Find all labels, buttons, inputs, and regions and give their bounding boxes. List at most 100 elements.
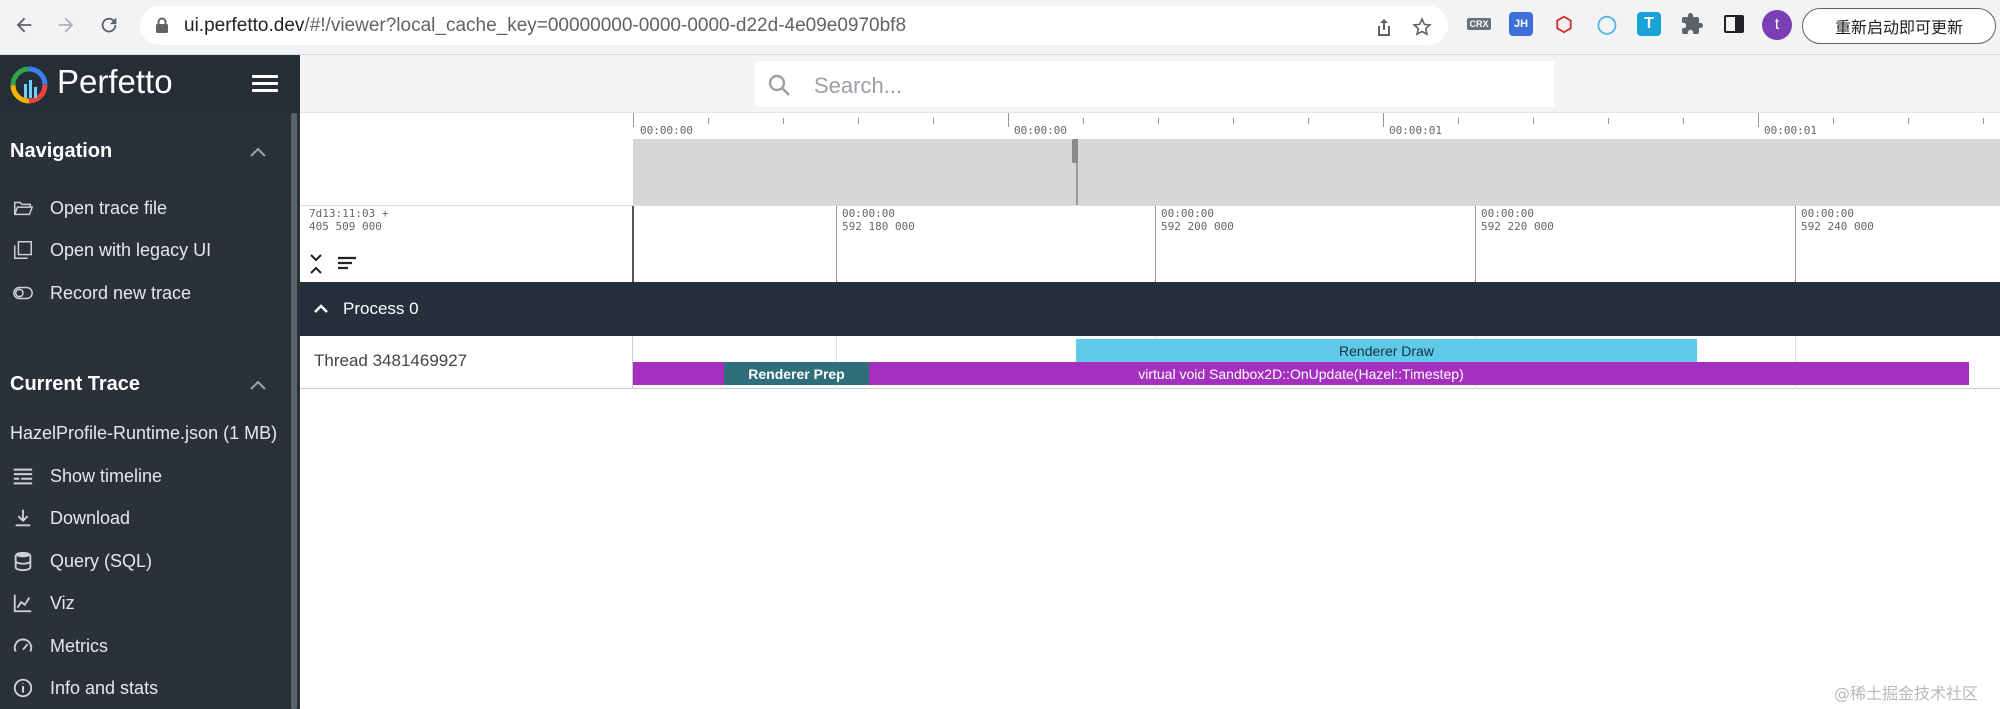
timeline-icon <box>10 465 36 487</box>
overview-tick <box>708 118 709 124</box>
back-icon[interactable] <box>10 11 38 39</box>
overview-tick <box>858 118 859 124</box>
hex-icon[interactable]: ⬡ <box>1552 12 1576 36</box>
sidebar-item-open-legacy-ui[interactable]: Open with legacy UI <box>10 235 211 265</box>
overview-tick <box>1233 118 1234 124</box>
logo-bar: Perfetto <box>0 55 300 113</box>
overview-tick <box>1083 118 1084 124</box>
overview-tick <box>1983 118 1984 124</box>
sidebar-item-query-sql[interactable]: Query (SQL) <box>10 546 152 576</box>
browser-toolbar: ui.perfetto.dev/#!/viewer?local_cache_ke… <box>0 0 2000 55</box>
overview-label: 00:00:01 <box>1389 124 1442 137</box>
track-shell-divider[interactable] <box>632 206 634 282</box>
chart-icon <box>10 592 36 614</box>
sidebar-item-open-trace-file[interactable]: Open trace file <box>10 193 167 223</box>
url-text[interactable]: ui.perfetto.dev/#!/viewer?local_cache_ke… <box>184 15 906 37</box>
overview-tick <box>1833 118 1834 124</box>
sidebar-item-label: Query (SQL) <box>50 550 153 571</box>
download-icon <box>10 507 36 529</box>
axis-tick <box>1795 206 1796 282</box>
overview-tick <box>1383 113 1384 127</box>
sidebar-item-label: Record new trace <box>50 282 192 303</box>
collapse-all-icon[interactable] <box>308 252 324 276</box>
overview-tick <box>1608 118 1609 124</box>
ring-icon[interactable]: ◯ <box>1595 12 1619 36</box>
trace-file-name: HazelProfile-Runtime.json (1 MB) <box>10 423 278 443</box>
filter-none-icon <box>10 239 36 261</box>
lock-icon <box>156 17 168 33</box>
axis-tick <box>1155 206 1156 282</box>
process-track-group[interactable]: Process 0 <box>300 282 2000 336</box>
overview-tick <box>1158 118 1159 124</box>
sort-icon[interactable] <box>336 255 358 271</box>
sidebar-item-record-new-trace[interactable]: Record new trace <box>10 278 191 308</box>
chevron-up-icon[interactable] <box>312 301 330 315</box>
sidebar-item-label: Metrics <box>50 635 108 656</box>
overview-label: 00:00:01 <box>1764 124 1817 137</box>
star-icon[interactable] <box>1412 17 1432 37</box>
overview-tick <box>1758 113 1759 127</box>
sidebar-item-label: Info and stats <box>50 677 159 698</box>
thread-track[interactable]: Thread 3481469927 Renderer Draw virtual … <box>300 336 2000 389</box>
axis-tick-label: 00:00:00 592 200 000 <box>1161 207 1234 233</box>
axis-tick-label: 00:00:00 592 180 000 <box>842 207 915 233</box>
overview-tick <box>1008 113 1009 127</box>
crx-icon[interactable]: CRX <box>1467 12 1491 36</box>
avatar[interactable]: t <box>1762 10 1792 40</box>
side-panel-icon[interactable] <box>1722 12 1746 36</box>
overview-tick <box>1308 118 1309 124</box>
info-icon <box>10 677 36 699</box>
axis-tick <box>1475 206 1476 282</box>
sidebar-item-download[interactable]: Download <box>10 503 130 533</box>
menu-icon[interactable] <box>252 75 278 95</box>
chevron-up-icon[interactable] <box>248 378 268 392</box>
perfetto-logo-icon <box>10 66 48 104</box>
sidebar-item-metrics[interactable]: Metrics <box>10 631 108 661</box>
puzzle-icon[interactable] <box>1680 12 1704 36</box>
database-icon <box>10 550 36 572</box>
sidebar-item-label: Open with legacy UI <box>50 239 212 260</box>
overview-label: 00:00:00 <box>640 124 693 137</box>
sidebar-scrollbar[interactable] <box>291 113 297 709</box>
overview-tick <box>1908 118 1909 124</box>
time-axis <box>300 205 2000 282</box>
axis-tick-label: 00:00:00 592 240 000 <box>1801 207 1874 233</box>
axis-tick <box>836 206 837 282</box>
speed-icon <box>10 635 36 657</box>
reload-icon[interactable] <box>95 11 123 39</box>
overview-tick <box>633 113 634 127</box>
overview-tick <box>1683 118 1684 124</box>
t-icon[interactable]: T <box>1637 12 1661 36</box>
overview-density-band[interactable] <box>633 139 2000 205</box>
sidebar-item-label: Viz <box>50 592 75 613</box>
share-icon[interactable] <box>1374 17 1394 37</box>
sidebar-item-info-stats[interactable]: Info and stats <box>10 673 158 703</box>
watermark: @稀土掘金技术社区 <box>1834 684 1979 703</box>
search-placeholder: Search... <box>814 73 903 98</box>
forward-icon[interactable] <box>52 11 80 39</box>
search-input[interactable]: Search... <box>755 61 1554 107</box>
slice-renderer-draw[interactable]: Renderer Draw <box>1076 339 1697 362</box>
navigation-section-title[interactable]: Navigation <box>10 140 112 163</box>
overview-label: 00:00:00 <box>1014 124 1067 137</box>
sidebar-item-label: Download <box>50 507 131 528</box>
current-trace-section-title[interactable]: Current Trace <box>10 373 140 396</box>
thread-title: Thread 3481469927 <box>314 351 468 370</box>
update-button[interactable]: 重新启动即可更新 <box>1802 8 1996 44</box>
process-title: Process 0 <box>343 299 419 318</box>
address-bar[interactable]: ui.perfetto.dev/#!/viewer?local_cache_ke… <box>140 6 1448 45</box>
time-offset-label: 7d13:11:03 + 405 509 000 <box>309 207 389 233</box>
sidebar-item-show-timeline[interactable]: Show timeline <box>10 461 162 491</box>
chevron-up-icon[interactable] <box>248 145 268 159</box>
app-title: Perfetto <box>57 63 173 100</box>
overview-tick <box>1533 118 1534 124</box>
jh-icon[interactable]: JH <box>1509 12 1533 36</box>
overview-drag-handle[interactable] <box>1072 139 1078 163</box>
overview-tick <box>933 118 934 124</box>
sidebar-item-viz[interactable]: Viz <box>10 588 75 618</box>
sidebar: Perfetto Navigation Open trace file Open… <box>0 55 300 709</box>
overview-tick <box>783 118 784 124</box>
sidebar-item-label: Show timeline <box>50 465 163 486</box>
slice-renderer-prep[interactable]: Renderer Prep <box>724 362 869 385</box>
sidebar-item-label: Open trace file <box>50 197 168 218</box>
